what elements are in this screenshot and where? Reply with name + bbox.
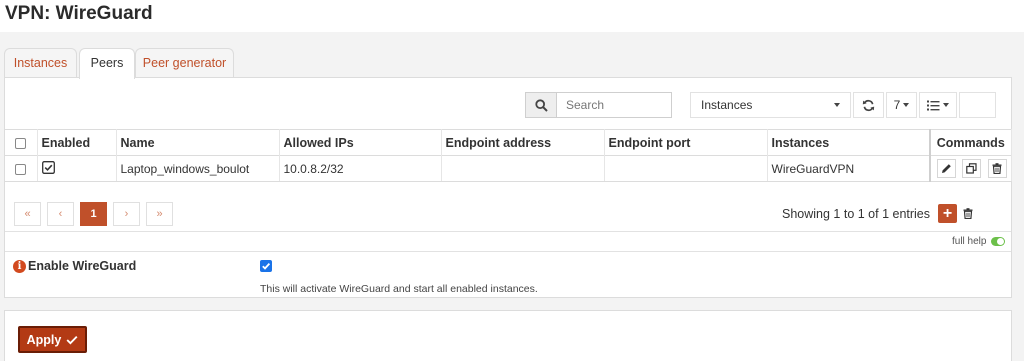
check-icon	[66, 335, 78, 345]
list-icon	[927, 100, 940, 110]
check-icon[interactable]	[41, 160, 55, 177]
column-header-enabled[interactable]: Enabled	[37, 129, 117, 156]
plus-icon: +	[942, 204, 953, 222]
tab-instances[interactable]: Instances	[4, 48, 77, 78]
search-input[interactable]	[558, 93, 671, 117]
entries-info: Showing 1 to 1 of 1 entries	[782, 207, 931, 221]
info-icon[interactable]: i	[13, 260, 26, 273]
instances-filter-value: Instances	[701, 98, 753, 112]
delete-button[interactable]	[987, 159, 1007, 178]
refresh-button[interactable]	[853, 92, 884, 118]
select-all-header	[5, 129, 38, 156]
tab-peers[interactable]: Peers	[79, 48, 135, 79]
enable-wireguard-label: Enable WireGuard	[28, 259, 137, 273]
check-icon	[262, 262, 271, 270]
add-peer-button[interactable]: +	[938, 204, 957, 223]
row-endpoint-port	[604, 155, 768, 182]
chevron-down-icon	[834, 103, 840, 107]
trash-icon	[992, 163, 1002, 174]
row-enabled-cell	[37, 155, 117, 182]
toolbar-extra-button[interactable]	[959, 92, 996, 118]
pagination-first[interactable]: «	[14, 202, 41, 226]
peers-table: Enabled Name Allowed IPs Endpoint addres…	[5, 129, 1012, 182]
table-row[interactable]: Laptop_windows_boulot 10.0.8.2/32 WireGu…	[5, 155, 1012, 182]
page-size-value: 7	[893, 98, 901, 112]
edit-button[interactable]	[937, 159, 956, 178]
search-group	[525, 92, 672, 118]
search-icon	[534, 98, 548, 112]
row-name: Laptop_windows_boulot	[116, 155, 280, 182]
pagination-prev[interactable]: ‹	[47, 202, 74, 226]
column-header-endpoint-port[interactable]: Endpoint port	[604, 129, 768, 156]
row-select-checkbox[interactable]	[15, 163, 27, 175]
tab-peer-generator[interactable]: Peer generator	[135, 48, 234, 78]
column-header-name[interactable]: Name	[116, 129, 280, 156]
instances-filter-select[interactable]: Instances	[690, 92, 851, 118]
divider	[5, 251, 1011, 252]
search-button[interactable]	[526, 93, 557, 117]
column-selector-dropdown[interactable]	[919, 92, 957, 118]
apply-panel: Apply	[4, 310, 1012, 361]
enable-wireguard-checkbox[interactable]	[260, 260, 272, 272]
peers-panel: Instances 7	[4, 77, 1012, 298]
pagination-last[interactable]: »	[146, 202, 173, 226]
pagination-next[interactable]: ›	[113, 202, 140, 226]
column-header-endpoint-address[interactable]: Endpoint address	[441, 129, 605, 156]
row-instances: WireGuardVPN	[767, 155, 931, 182]
select-all-checkbox[interactable]	[15, 137, 27, 149]
row-endpoint-address	[441, 155, 605, 182]
refresh-icon	[862, 99, 875, 111]
title-bar: VPN: WireGuard	[0, 0, 1024, 32]
row-allowed-ips: 10.0.8.2/32	[279, 155, 442, 182]
pagination: « ‹ 1 › »	[14, 202, 179, 226]
page-title: VPN: WireGuard	[5, 3, 153, 24]
row-select-cell	[5, 155, 38, 182]
trash-icon	[963, 208, 973, 219]
pencil-icon	[942, 164, 951, 173]
chevron-down-icon	[903, 103, 910, 107]
chevron-down-icon	[943, 103, 949, 107]
divider	[5, 231, 1011, 232]
column-header-instances[interactable]: Instances	[767, 129, 931, 156]
table-header-row: Enabled Name Allowed IPs Endpoint addres…	[5, 129, 1012, 156]
apply-button[interactable]: Apply	[18, 326, 87, 353]
pagination-page-1[interactable]: 1	[80, 202, 107, 226]
row-commands	[929, 155, 1012, 182]
clone-button[interactable]	[962, 159, 982, 178]
copy-icon	[966, 163, 977, 174]
column-header-commands: Commands	[929, 129, 1012, 156]
full-help-toggle[interactable]	[991, 237, 1005, 246]
page-size-dropdown[interactable]: 7	[886, 92, 917, 118]
column-header-allowed-ips[interactable]: Allowed IPs	[279, 129, 442, 156]
apply-label: Apply	[26, 332, 62, 347]
bulk-delete-button[interactable]	[960, 204, 976, 223]
enable-wireguard-help: This will activate WireGuard and start a…	[260, 283, 538, 295]
full-help-label: full help	[952, 236, 987, 247]
